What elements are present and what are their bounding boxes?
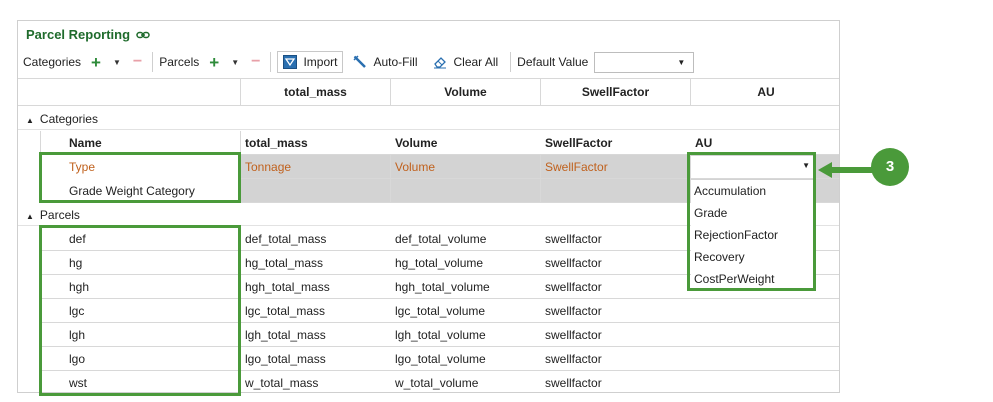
add-category-caret-icon[interactable]: ▼ [113,58,121,67]
column-header-au[interactable]: AU [690,79,839,106]
group-row-categories[interactable]: ▲ Categories [18,108,839,130]
category-header-total-mass: total_mass [245,136,308,150]
parcel-swellfactor-cell[interactable]: swellfactor [545,251,602,275]
auto-fill-button[interactable]: Auto-Fill [347,51,423,73]
toolbar: Categories + ▼ − Parcels + ▼ − Import Au… [18,50,839,74]
parcel-volume-cell[interactable]: def_total_volume [395,227,486,251]
grid-line [390,155,391,203]
parcel-volume-cell[interactable]: hg_total_volume [395,251,483,275]
column-header-row: total_mass Volume SwellFactor AU [18,78,839,106]
group-label: Parcels [39,208,80,222]
highlight-parcel-names [39,225,241,396]
import-label: Import [303,55,338,69]
column-header-total-mass[interactable]: total_mass [240,79,390,106]
parcel-volume-cell[interactable]: w_total_volume [395,371,478,392]
parcel-total-mass-cell[interactable]: w_total_mass [245,371,318,392]
parcel-swellfactor-cell[interactable]: swellfactor [545,275,602,299]
default-value-select[interactable]: ▼ [594,51,695,73]
parcel-swellfactor-cell[interactable]: swellfactor [545,299,602,323]
parcel-total-mass-cell[interactable]: lgh_total_mass [245,323,326,347]
parcel-total-mass-cell[interactable]: hgh_total_mass [245,275,330,299]
column-header-swellfactor[interactable]: SwellFactor [540,79,690,106]
panel-title: Parcel Reporting [26,26,131,42]
add-category-button[interactable]: + [91,54,101,71]
default-value-label: Default Value [517,55,589,69]
auto-fill-label: Auto-Fill [373,55,418,69]
parcel-volume-cell[interactable]: lgh_total_volume [395,323,486,347]
category-header-volume: Volume [395,136,438,150]
parcels-label: Parcels [159,55,200,69]
arrow-left-icon [818,162,874,178]
import-icon [283,55,298,69]
group-label: Categories [39,112,98,126]
highlight-category-names [39,152,241,203]
add-parcel-button[interactable]: + [209,54,219,71]
toolbar-divider [270,52,272,72]
highlight-au-dropdown [687,152,816,291]
title-bar: Parcel Reporting [18,21,839,47]
parcel-swellfactor-cell[interactable]: swellfactor [545,323,602,347]
add-parcel-caret-icon[interactable]: ▼ [231,58,239,67]
category-swellfactor-cell[interactable]: SwellFactor [545,155,608,179]
toolbar-divider [510,52,512,72]
chevron-down-icon: ▼ [677,57,686,67]
category-total-mass-cell[interactable]: Tonnage [245,155,291,179]
categories-label: Categories [23,55,82,69]
remove-parcel-button[interactable]: − [251,54,260,70]
clear-all-label: Clear All [453,55,499,69]
clear-all-button[interactable]: Clear All [427,51,504,73]
parcel-swellfactor-cell[interactable]: swellfactor [545,227,602,251]
parcel-total-mass-cell[interactable]: lgc_total_mass [245,299,325,323]
import-button[interactable]: Import [277,51,344,73]
remove-category-button[interactable]: − [133,54,142,70]
parcel-total-mass-cell[interactable]: lgo_total_mass [245,347,326,371]
parcel-volume-cell[interactable]: lgo_total_volume [395,347,486,371]
parcel-volume-cell[interactable]: lgc_total_volume [395,299,485,323]
parcel-swellfactor-cell[interactable]: swellfactor [545,371,602,392]
column-header-volume[interactable]: Volume [390,79,540,106]
grid-line [540,155,541,203]
parcel-swellfactor-cell[interactable]: swellfactor [545,347,602,371]
toolbar-divider [152,52,154,72]
callout-badge: 3 [871,148,909,186]
eraser-icon [433,55,447,69]
link-icon[interactable] [136,29,150,39]
parcel-volume-cell[interactable]: hgh_total_volume [395,275,490,299]
parcel-total-mass-cell[interactable]: def_total_mass [245,227,326,251]
category-volume-cell[interactable]: Volume [395,155,435,179]
auto-fill-icon [353,55,367,69]
category-header-swellfactor: SwellFactor [545,136,613,150]
expand-triangle-icon[interactable]: ▲ [26,212,34,221]
parcel-total-mass-cell[interactable]: hg_total_mass [245,251,323,275]
expand-triangle-icon[interactable]: ▲ [26,116,34,125]
